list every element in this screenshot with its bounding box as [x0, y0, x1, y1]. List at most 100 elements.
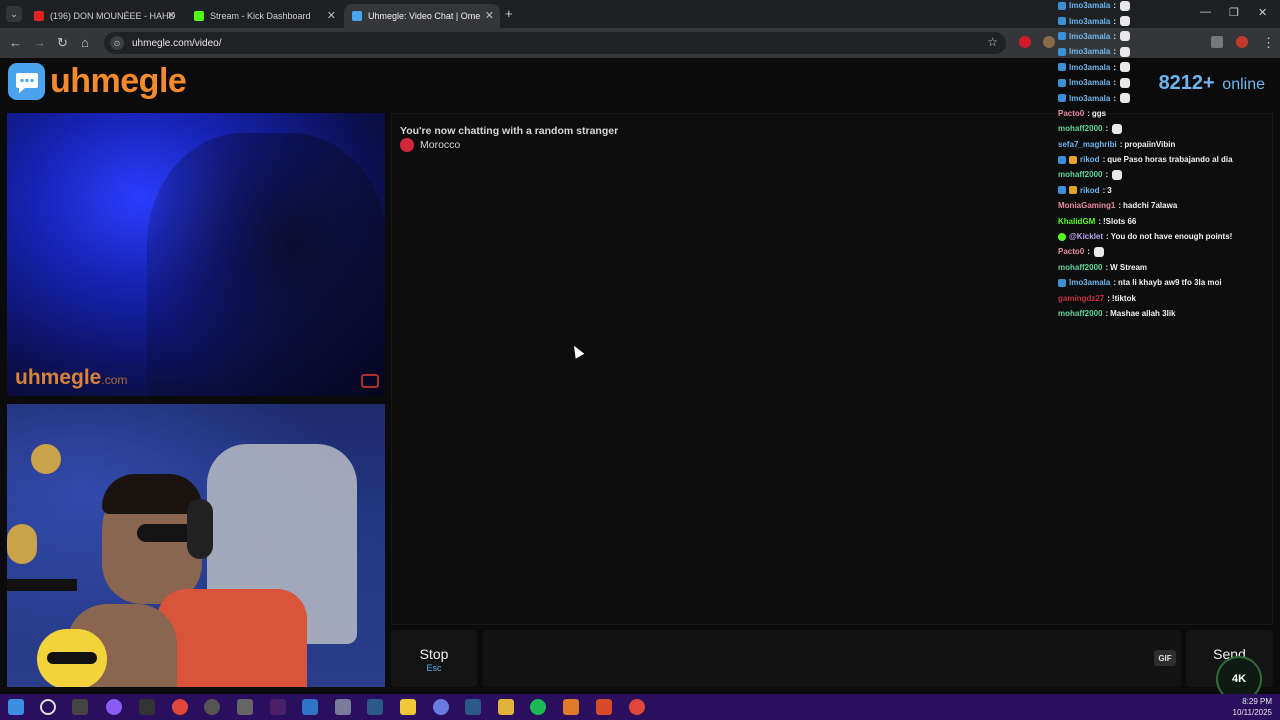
sun-decoration — [31, 444, 61, 474]
stop-label: Stop — [419, 646, 449, 662]
app-icon[interactable] — [563, 699, 579, 715]
subscriber-badge-icon — [1058, 78, 1066, 87]
close-tab-icon[interactable]: ✕ — [327, 9, 336, 22]
address-url: uhmegle.com/video/ — [132, 37, 222, 49]
chat-message: ggs — [1091, 108, 1107, 118]
stream-chat-line: lmo3amala: — [1058, 90, 1278, 105]
watermark-suffix: .com — [101, 373, 128, 387]
chat-username: @Kicklet — [1069, 232, 1104, 242]
headphones — [187, 499, 213, 559]
chrome-icon[interactable] — [629, 699, 645, 715]
close-tab-icon[interactable]: ✕ — [167, 9, 176, 22]
subscriber-badge-icon — [1058, 186, 1066, 195]
steam-icon[interactable] — [367, 699, 383, 715]
new-tab-button[interactable]: + — [505, 6, 513, 21]
browser-tab-kick[interactable]: Stream - Kick Dashboard ✕ — [186, 4, 342, 28]
back-arrow-icon[interactable]: ← — [9, 35, 22, 50]
message-input[interactable] — [483, 630, 1181, 687]
chat-username: KhalidGM — [1058, 216, 1096, 226]
site-logo[interactable]: uhmegle — [8, 62, 187, 101]
chat-username: mohaff2000 — [1058, 262, 1103, 272]
stream-chat-line: Pacto0: — [1058, 244, 1278, 259]
gift-badge-icon — [1069, 155, 1077, 164]
logitech-icon[interactable] — [139, 699, 155, 715]
subscriber-badge-icon — [1058, 32, 1066, 41]
chat-separator: : — [1113, 1, 1117, 11]
site-info-icon[interactable]: ⊙ — [110, 36, 124, 50]
country-name: Morocco — [420, 139, 461, 151]
browser-tab-youtube[interactable]: (196) DON MOUNÉEE - HAHO ✕ — [26, 4, 182, 28]
stream-chat-line: Pacto0: ggs — [1058, 106, 1278, 121]
brave-icon[interactable] — [596, 699, 612, 715]
emote-icon — [1112, 123, 1123, 134]
chat-username: lmo3amala — [1069, 78, 1111, 88]
address-bar[interactable]: ⊙ uhmegle.com/video/ ☆ — [104, 32, 1006, 54]
report-flag-icon[interactable] — [361, 374, 379, 388]
subscriber-badge-icon — [1058, 155, 1066, 164]
spotify-icon[interactable] — [530, 699, 546, 715]
stop-button[interactable]: Stop Esc — [391, 630, 477, 687]
chat-separator: : — [1102, 155, 1106, 165]
steam-icon[interactable] — [465, 699, 481, 715]
tab-search-button[interactable]: ⌄ — [6, 6, 22, 22]
chat-separator: : — [1107, 293, 1110, 303]
close-tab-icon[interactable]: ✕ — [485, 9, 494, 22]
bookmark-star-icon[interactable]: ☆ — [987, 35, 998, 49]
chat-username: sefa7_maghribi — [1058, 139, 1117, 149]
red-tank-top — [157, 589, 307, 687]
chat-separator: : — [1113, 16, 1117, 26]
stream-chat-line: lmo3amala: — [1058, 0, 1278, 13]
app-icon[interactable] — [335, 699, 351, 715]
emote-icon — [1120, 62, 1131, 73]
forward-arrow-icon[interactable]: → — [33, 35, 46, 50]
discord-icon[interactable] — [433, 699, 449, 715]
emote-icon — [1120, 0, 1131, 11]
obs-icon[interactable] — [106, 699, 122, 715]
windows-start-icon[interactable] — [8, 699, 24, 715]
search-icon[interactable] — [40, 699, 56, 715]
emote-icon — [1112, 169, 1123, 180]
stream-chat-line: lmo3amala: — [1058, 13, 1278, 28]
app-icon[interactable] — [237, 699, 253, 715]
file-explorer-icon[interactable] — [400, 699, 416, 715]
stream-chat-line: lmo3amala: nta li khayb aw9 tfo 3la moi — [1058, 275, 1278, 290]
chat-separator: : — [1119, 139, 1123, 149]
chat-separator: : — [1105, 309, 1109, 318]
stranger-silhouette — [147, 133, 385, 396]
folder-icon[interactable] — [498, 699, 514, 715]
stream-chat-line: mohaff2000: — [1058, 121, 1278, 136]
gift-badge-icon — [1069, 186, 1077, 195]
home-icon[interactable]: ⌂ — [81, 35, 89, 50]
chat-separator: : — [1113, 62, 1117, 72]
task-view-icon[interactable] — [72, 699, 88, 715]
chat-username: rikod — [1080, 155, 1100, 165]
gif-button[interactable]: GIF — [1154, 650, 1176, 666]
chrome-icon[interactable] — [172, 699, 188, 715]
app-icon[interactable] — [302, 699, 318, 715]
chat-separator: : — [1087, 247, 1090, 257]
emote-icon — [1120, 46, 1131, 57]
app-icon[interactable] — [204, 699, 220, 715]
chat-message: propaiinVibin — [1124, 139, 1176, 149]
logo-text: uhmegle — [50, 62, 187, 100]
chat-separator: : — [1113, 31, 1117, 41]
self-video — [7, 404, 385, 687]
chat-username: mohaff2000 — [1058, 309, 1103, 318]
chat-username: MoniaGaming1 — [1058, 201, 1116, 211]
reload-icon[interactable]: ↻ — [57, 35, 68, 51]
app-icon[interactable] — [270, 699, 286, 715]
clock-date: 10/11/2025 — [1232, 708, 1272, 717]
chat-username: lmo3amala — [1069, 62, 1111, 72]
chat-message: Mashae allah 3lik — [1110, 309, 1176, 318]
extension-icon[interactable] — [1043, 36, 1055, 48]
emote-icon — [1093, 246, 1104, 257]
browser-tab-uhmegle[interactable]: Uhmegle: Video Chat | Ome ✕ — [344, 4, 500, 28]
chat-separator: : — [1098, 216, 1102, 226]
extension-icon[interactable] — [1019, 36, 1031, 48]
mouse-cursor-icon — [569, 343, 585, 359]
system-clock[interactable]: 8:29 PM 10/11/2025 — [1233, 696, 1272, 718]
stream-chat-line: lmo3amala: — [1058, 60, 1278, 75]
stream-chat-line: mohaff2000: — [1058, 167, 1278, 182]
chat-username: rikod — [1080, 185, 1100, 195]
chat-username: lmo3amala — [1069, 278, 1111, 288]
